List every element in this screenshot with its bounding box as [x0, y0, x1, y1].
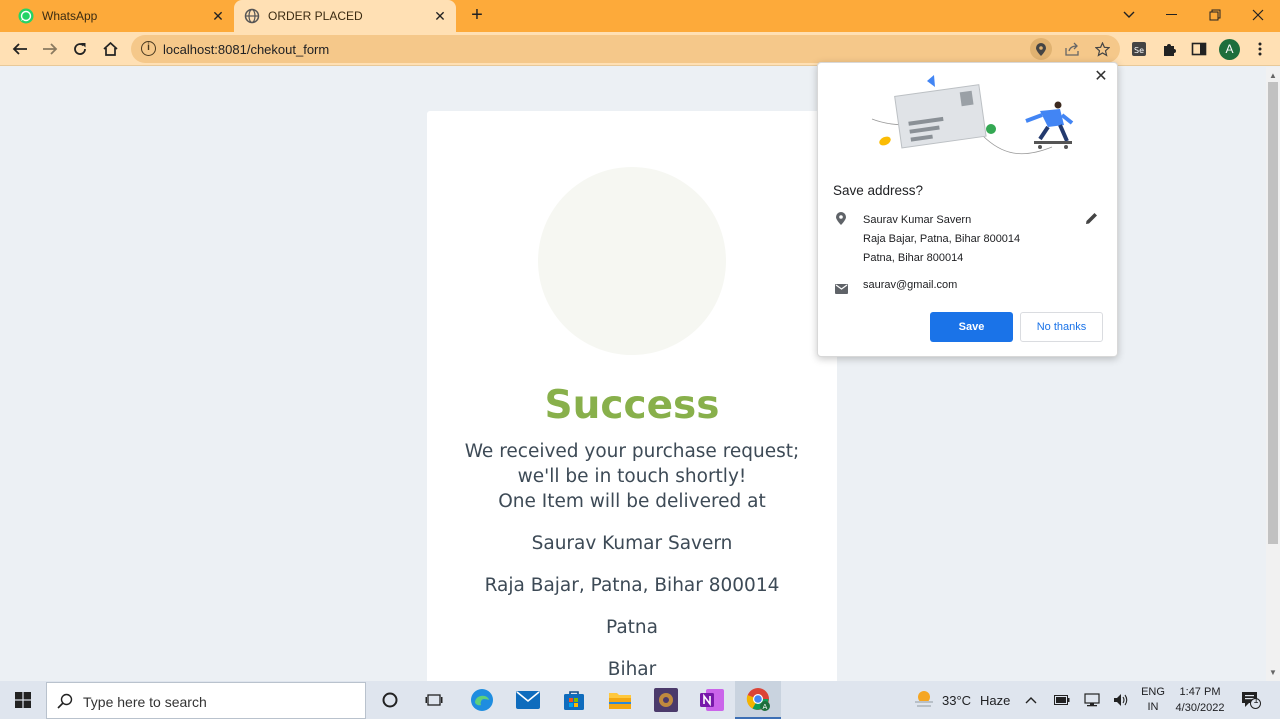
delivery-city: Patna [606, 617, 658, 638]
chrome-icon[interactable]: A [735, 681, 781, 719]
email-text: saurav@gmail.com [863, 279, 958, 291]
reload-icon[interactable] [68, 37, 92, 61]
url-text: localhost:8081/chekout_form [163, 42, 330, 57]
svg-text:Se: Se [1134, 46, 1144, 55]
success-heading: Success [544, 383, 720, 428]
address-line: Saurav Kumar Savern [863, 214, 972, 226]
scroll-up-arrow-icon[interactable]: ▲ [1269, 71, 1277, 80]
whatsapp-icon [18, 8, 34, 24]
language-indicator[interactable]: ENG IN [1138, 681, 1168, 719]
site-info-icon[interactable]: i [141, 41, 156, 56]
weather-description: Haze [980, 692, 1011, 708]
minimize-icon[interactable] [1150, 0, 1194, 30]
app-icon[interactable] [643, 681, 689, 719]
region-code: IN [1147, 701, 1159, 713]
mail-icon[interactable] [505, 681, 551, 719]
edit-pencil-icon[interactable] [1085, 212, 1098, 230]
email-icon [835, 281, 848, 299]
weather-widget[interactable]: 33°C Haze [913, 681, 1010, 719]
notification-count: 1 [1253, 695, 1259, 705]
delivery-name: Saurav Kumar Savern [531, 533, 733, 554]
message-line: We received your purchase request; [464, 441, 800, 462]
extensions-puzzle-icon[interactable] [1157, 37, 1181, 61]
close-tab-icon[interactable]: ✕ [210, 8, 226, 24]
scrollbar-thumb[interactable] [1268, 82, 1278, 544]
menu-kebab-icon[interactable] [1248, 37, 1272, 61]
tab-search-chevron-icon[interactable] [1107, 0, 1151, 30]
save-address-dialog: ✕ Save address? Saurav Kumar Savern Raja… [817, 62, 1118, 357]
volume-icon[interactable] [1113, 681, 1129, 719]
file-explorer-icon[interactable] [597, 681, 643, 719]
weather-temperature: 33°C [942, 692, 972, 708]
delivery-address: Raja Bajar, Patna, Bihar 800014 [484, 575, 780, 596]
clock-date: 4/30/2022 [1175, 702, 1225, 714]
scroll-down-arrow-icon[interactable]: ▼ [1269, 668, 1277, 677]
notification-center-icon[interactable]: 1 [1241, 681, 1261, 719]
new-tab-button[interactable]: + [466, 5, 488, 27]
edge-browser-icon[interactable] [459, 681, 505, 719]
show-hidden-icons-chevron-icon[interactable] [1025, 681, 1037, 719]
task-view-icon[interactable] [411, 681, 457, 719]
address-line: Raja Bajar, Patna, Bihar 800014 [863, 233, 1021, 245]
forward-arrow-icon[interactable] [38, 37, 62, 61]
cortana-icon[interactable] [367, 681, 413, 719]
save-button[interactable]: Save [930, 312, 1013, 342]
restore-icon[interactable] [1193, 0, 1237, 30]
location-pin-icon [836, 212, 846, 230]
success-card: Success We received your purchase reques… [427, 111, 837, 681]
windows-taskbar: Type here to search A 33°C Haze ENG IN 1… [0, 681, 1280, 719]
share-icon[interactable] [1061, 38, 1083, 60]
onenote-icon[interactable] [689, 681, 735, 719]
globe-icon [244, 8, 260, 24]
location-pin-icon[interactable] [1030, 38, 1052, 60]
store-icon[interactable] [551, 681, 597, 719]
success-circle [538, 167, 726, 355]
message-line: One Item will be delivered at [498, 491, 766, 512]
search-placeholder: Type here to search [83, 694, 207, 710]
page-scrollbar[interactable]: ▲ ▼ [1266, 67, 1280, 681]
back-arrow-icon[interactable] [8, 37, 32, 61]
address-bar[interactable]: i localhost:8081/chekout_form [131, 35, 1120, 63]
tab-strip: WhatsApp ✕ ORDER PLACED ✕ + [0, 0, 1280, 32]
bookmark-star-icon[interactable] [1091, 38, 1113, 60]
clock[interactable]: 1:47 PM 4/30/2022 [1172, 681, 1228, 719]
search-icon [57, 693, 73, 714]
tab-title: ORDER PLACED [268, 9, 363, 23]
browser-toolbar: i localhost:8081/chekout_form Se A [0, 32, 1280, 66]
extension-se-icon[interactable]: Se [1127, 37, 1151, 61]
side-panel-icon[interactable] [1187, 37, 1211, 61]
tab-whatsapp[interactable]: WhatsApp ✕ [12, 0, 234, 32]
haze-weather-icon [913, 690, 935, 711]
no-thanks-button[interactable]: No thanks [1020, 312, 1103, 342]
delivery-state: Bihar [607, 659, 657, 680]
windows-start-icon[interactable] [0, 681, 45, 719]
address-illustration [871, 75, 1074, 155]
tab-order-placed[interactable]: ORDER PLACED ✕ [234, 0, 456, 32]
language-code: ENG [1141, 686, 1165, 698]
close-window-icon[interactable] [1236, 0, 1280, 30]
clock-time: 1:47 PM [1179, 686, 1221, 698]
network-icon[interactable] [1084, 681, 1100, 719]
taskbar-search-box[interactable]: Type here to search [46, 682, 366, 719]
svg-text:A: A [763, 703, 768, 711]
address-line: Patna, Bihar 800014 [863, 252, 964, 264]
address-details: Saurav Kumar Savern Raja Bajar, Patna, B… [863, 211, 1020, 268]
message-line: we'll be in touch shortly! [517, 466, 747, 487]
profile-avatar[interactable]: A [1219, 39, 1240, 60]
close-icon[interactable]: ✕ [1093, 69, 1109, 85]
tab-title: WhatsApp [42, 9, 98, 23]
close-tab-icon[interactable]: ✕ [432, 8, 448, 24]
save-address-title: Save address? [833, 183, 924, 198]
battery-icon[interactable] [1054, 681, 1070, 719]
home-icon[interactable] [98, 37, 122, 61]
